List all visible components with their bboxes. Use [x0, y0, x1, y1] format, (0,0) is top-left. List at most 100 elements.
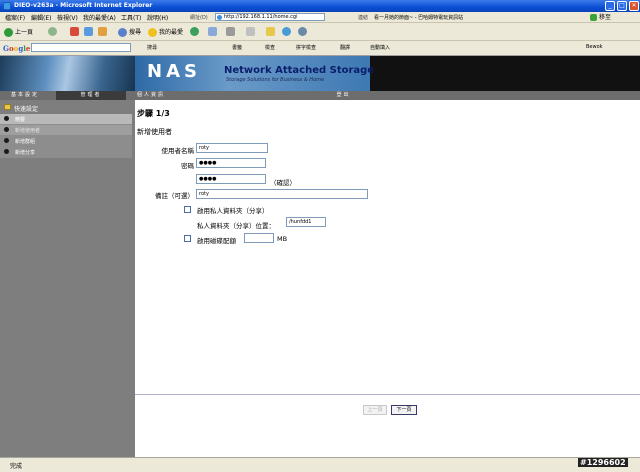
menu-tools[interactable]: 工具(T) — [121, 13, 141, 22]
username-input[interactable]: roty — [196, 143, 268, 153]
print-icon — [226, 27, 235, 36]
private-share-label: 啟用私人資料夾（分享） — [197, 207, 269, 215]
nas-banner: NAS Network Attached Storage Storage Sol… — [0, 56, 640, 91]
mail-icon — [208, 27, 217, 36]
folder-button[interactable] — [266, 27, 277, 36]
prev-button[interactable]: 上一頁 — [363, 405, 387, 415]
sidebar-item-add-user[interactable]: 新增使用者 — [0, 125, 132, 136]
search-button[interactable]: 搜尋 — [118, 27, 141, 37]
sidebar-item-add-group[interactable]: 新增群組 — [0, 136, 132, 147]
google-search-input[interactable] — [31, 43, 131, 52]
address-label: 網址(D) — [190, 15, 208, 21]
sidebar-item-label: 精靈 — [15, 117, 26, 123]
research-button[interactable] — [298, 27, 309, 36]
folder-icon — [4, 104, 11, 110]
sidebar-item-wizard[interactable]: 精靈 — [0, 114, 132, 125]
messenger-button[interactable] — [282, 27, 293, 36]
edit-icon — [246, 27, 255, 36]
google-search-button[interactable]: 搜尋 — [147, 44, 157, 51]
go-arrow-icon — [590, 14, 597, 21]
menu-file[interactable]: 檔案(F) — [5, 13, 25, 22]
confirm-password-input[interactable]: ●●●● — [196, 174, 266, 184]
close-button[interactable]: ✕ — [629, 1, 639, 11]
back-arrow-icon — [4, 28, 13, 37]
edit-button[interactable] — [246, 27, 257, 36]
bullet-icon — [4, 149, 9, 154]
links-label: 連結 — [358, 15, 369, 21]
bullet-icon — [4, 138, 9, 143]
quota-label: 啟用磁碟配額 — [197, 237, 236, 245]
toolbar: 上一頁 搜尋 我的最愛 — [0, 23, 640, 41]
google-user[interactable]: Bewok — [586, 44, 603, 50]
maximize-button[interactable]: □ — [617, 1, 627, 11]
google-toolbar: Google 搜尋 書籤 檢查 拼字檢查 翻譯 自動填入 Bewok — [0, 41, 640, 56]
favorites-button[interactable]: 我的最愛 — [148, 27, 183, 37]
section-title: 新增使用者 — [137, 128, 172, 136]
menu-help[interactable]: 說明(H) — [147, 13, 168, 22]
forward-button[interactable] — [48, 27, 59, 36]
ie-icon — [3, 2, 11, 10]
sidebar-item-label: 新增分享 — [15, 150, 36, 156]
tab-personal-info[interactable]: 個人資訊 — [126, 91, 176, 100]
password-input[interactable]: ●●●● — [196, 158, 266, 168]
messenger-icon — [282, 27, 291, 36]
forward-arrow-icon — [48, 27, 57, 36]
history-button[interactable] — [190, 27, 201, 36]
links-item[interactable]: 看一月她的節面~ - 巴哈姆特電玩資訊站 — [374, 14, 463, 21]
star-icon — [148, 28, 157, 37]
title-bar: DIEO-v263a - Microsoft Internet Explorer… — [0, 0, 640, 12]
menu-view[interactable]: 檢視(V) — [57, 13, 78, 22]
banner-image — [0, 56, 135, 91]
address-bar[interactable]: http://192.168.1.11/home.cgi — [215, 13, 325, 21]
password-label: 密碼 — [181, 162, 194, 170]
status-text: 完成 — [10, 463, 23, 470]
window-title: DIEO-v263a - Microsoft Internet Explorer — [14, 2, 153, 9]
comment-label: 備註（可選） — [155, 192, 194, 200]
home-button[interactable] — [98, 27, 109, 36]
check-button[interactable]: 檢查 — [265, 44, 275, 51]
sidebar-header: 快速設定 — [0, 102, 135, 113]
banner-subtitle: Storage Solutions for Business & Home — [226, 77, 325, 83]
search-icon — [118, 28, 127, 37]
favorites-label: 我的最愛 — [159, 29, 184, 36]
private-share-path-label: 私人資料夾（分享）位置： — [197, 222, 275, 230]
menu-favorites[interactable]: 我的最愛(A) — [83, 13, 116, 22]
quota-input[interactable] — [244, 233, 274, 243]
quota-checkbox[interactable] — [184, 235, 191, 242]
mail-button[interactable] — [208, 27, 219, 36]
autofill-button[interactable]: 自動填入 — [370, 44, 390, 51]
status-bar: 完成 — [0, 457, 640, 472]
private-share-checkbox[interactable] — [184, 206, 191, 213]
back-button[interactable]: 上一頁 — [4, 27, 33, 37]
back-label: 上一頁 — [15, 29, 34, 36]
username-label: 使用者名稱 — [161, 147, 195, 155]
content-divider — [135, 394, 640, 395]
print-button[interactable] — [226, 27, 237, 36]
refresh-icon — [84, 27, 93, 36]
tab-basic-settings[interactable]: 基本設定 — [0, 91, 50, 100]
address-value: http://192.168.1.11/home.cgi — [224, 14, 298, 20]
sidebar-item-label: 新增群組 — [15, 139, 36, 145]
sidebar-item-add-share[interactable]: 新增分享 — [0, 147, 132, 158]
comment-input[interactable]: roty — [196, 189, 368, 199]
translate-button[interactable]: 翻譯 — [340, 44, 350, 51]
menu-edit[interactable]: 編輯(E) — [31, 13, 51, 22]
banner-title: Network Attached Storage — [224, 65, 375, 76]
go-button[interactable]: 移至 — [590, 12, 630, 22]
stop-button[interactable] — [70, 27, 81, 36]
private-share-path-input[interactable]: /hunfdd1 — [286, 217, 326, 227]
next-button[interactable]: 下一頁 — [391, 405, 417, 415]
tab-logout[interactable]: 登出 — [316, 91, 371, 100]
nav-bar: 基本設定 管理者 個人資訊 登出 — [0, 91, 640, 100]
sidebar: 快速設定 精靈 新增使用者 新增群組 新增分享 — [0, 100, 135, 457]
tab-admin[interactable]: 管理者 — [56, 91, 126, 100]
refresh-button[interactable] — [84, 27, 95, 36]
go-label: 移至 — [599, 14, 612, 21]
confirm-label: （確認） — [270, 179, 296, 187]
search-label: 搜尋 — [129, 29, 142, 36]
minimize-button[interactable]: _ — [605, 1, 615, 11]
step-indicator: 步驟 1/3 — [137, 109, 170, 118]
spellcheck-button[interactable]: 拼字檢查 — [296, 44, 316, 51]
bullet-icon — [4, 127, 9, 132]
bookmarks-button[interactable]: 書籤 — [232, 44, 242, 51]
